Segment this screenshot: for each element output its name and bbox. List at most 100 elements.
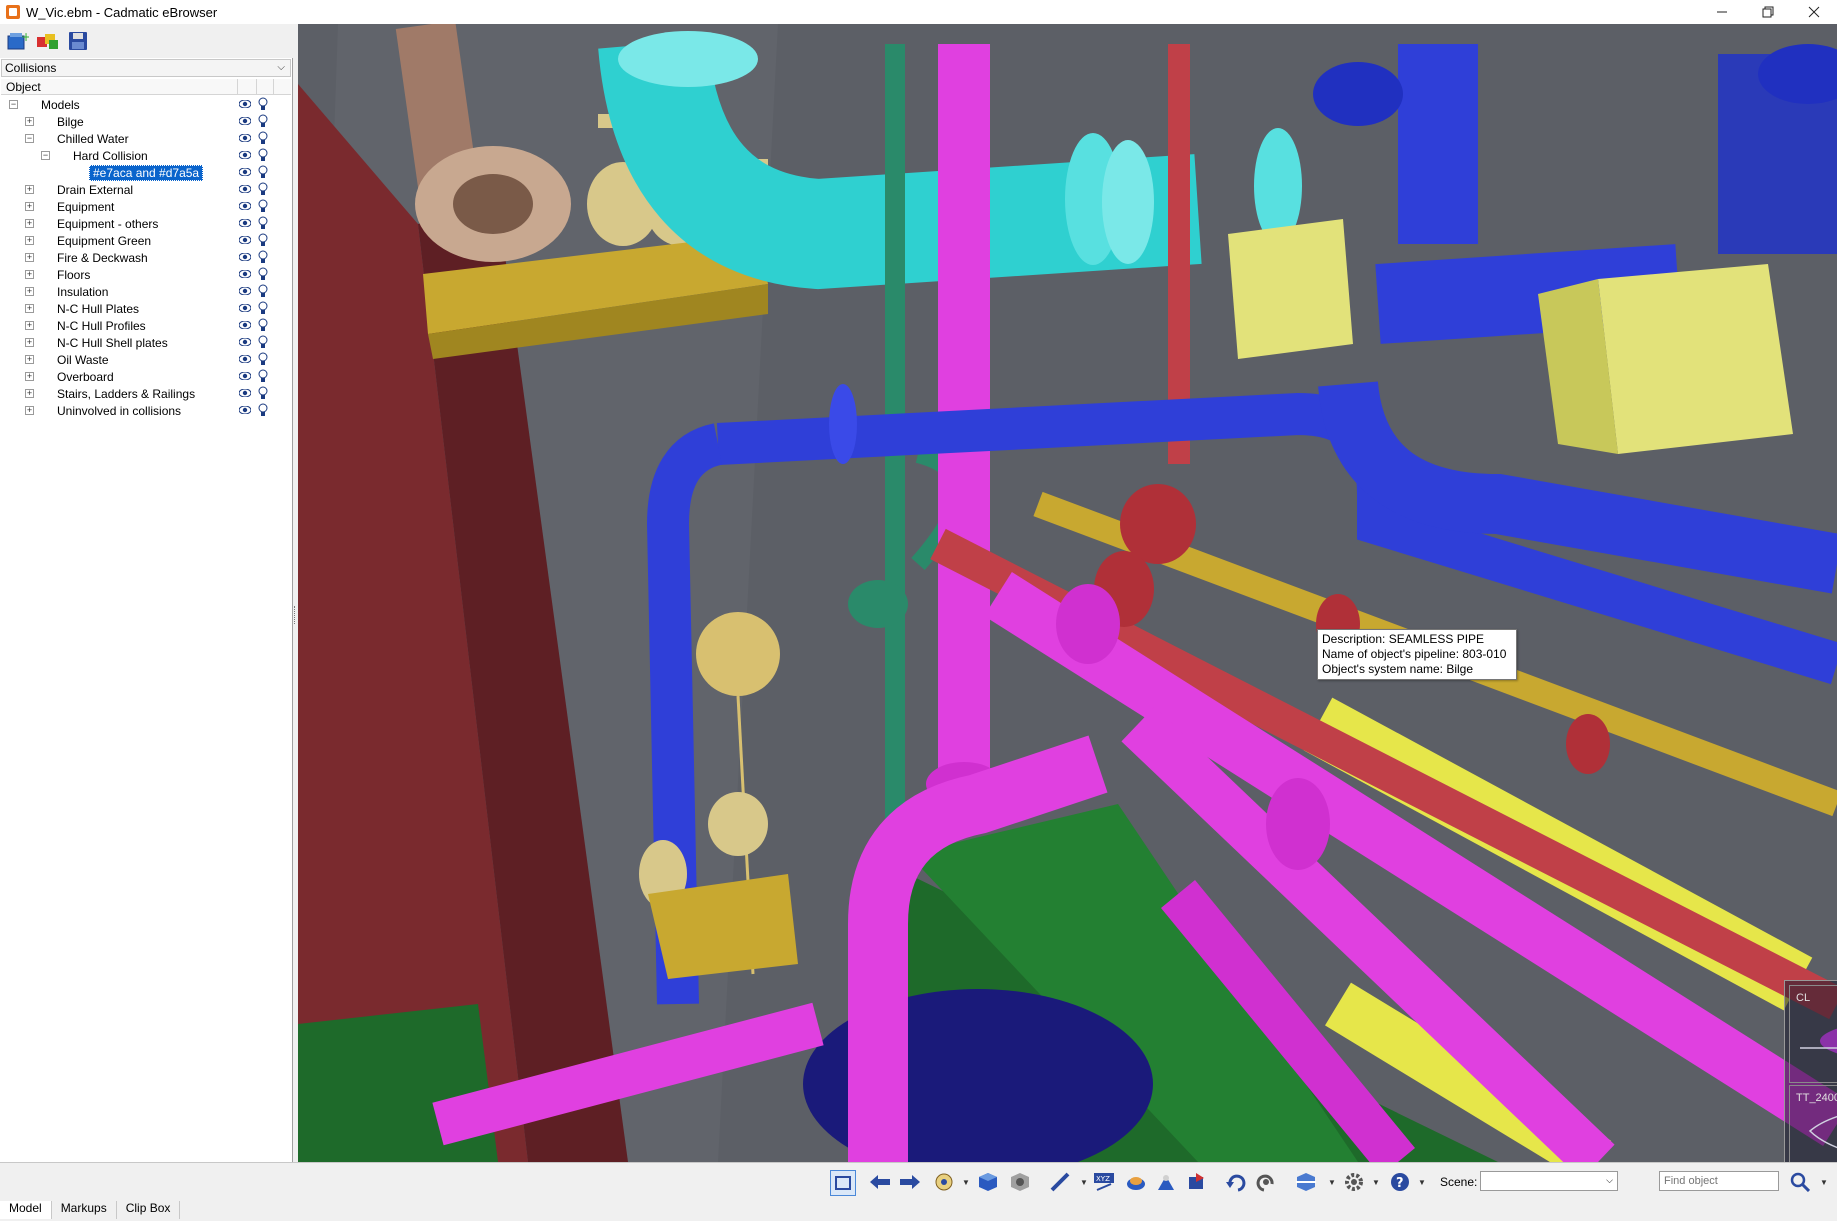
xyz-icon[interactable]: XYZ — [1092, 1170, 1116, 1194]
redo-view-icon[interactable] — [1254, 1170, 1278, 1194]
visibility-eye-icon[interactable] — [239, 100, 251, 108]
collapse-icon[interactable]: − — [25, 134, 34, 143]
ship-minimap[interactable]: CL TT_2400+12 — [1784, 980, 1837, 1162]
save-icon[interactable] — [66, 29, 90, 53]
highlight-bulb-icon[interactable] — [258, 318, 268, 333]
visibility-eye-icon[interactable] — [239, 253, 251, 261]
expand-icon[interactable]: + — [25, 355, 34, 364]
tree-item[interactable]: + N-C Hull Shell plates — [0, 334, 292, 351]
highlight-bulb-icon[interactable] — [258, 250, 268, 265]
cube-view-icon[interactable] — [976, 1170, 1000, 1194]
highlight-bulb-icon[interactable] — [258, 335, 268, 350]
render-mode-icon[interactable] — [1008, 1170, 1032, 1194]
highlight-bulb-icon[interactable] — [258, 199, 268, 214]
minimap-side-view[interactable]: CL — [1789, 985, 1837, 1083]
highlight-bulb-icon[interactable] — [258, 403, 268, 418]
visibility-eye-icon[interactable] — [239, 287, 251, 295]
highlight-bulb-icon[interactable] — [258, 233, 268, 248]
tree-item[interactable]: − Models — [0, 96, 292, 113]
visibility-eye-icon[interactable] — [239, 372, 251, 380]
models-icon[interactable] — [36, 29, 60, 53]
expand-icon[interactable]: + — [25, 406, 34, 415]
visibility-eye-icon[interactable] — [239, 117, 251, 125]
visibility-eye-icon[interactable] — [239, 389, 251, 397]
tree-item[interactable]: + Bilge — [0, 113, 292, 130]
minimap-plan-view[interactable]: TT_2400+12 — [1789, 1085, 1837, 1162]
visibility-eye-icon[interactable] — [239, 304, 251, 312]
tree-item[interactable]: + Drain External — [0, 181, 292, 198]
highlight-bulb-icon[interactable] — [258, 386, 268, 401]
expand-icon[interactable]: + — [25, 372, 34, 381]
tree-item[interactable]: + Uninvolved in collisions — [0, 402, 292, 419]
fly-icon[interactable] — [1154, 1170, 1178, 1194]
expand-icon[interactable]: + — [25, 202, 34, 211]
visibility-eye-icon[interactable] — [239, 151, 251, 159]
highlight-bulb-icon[interactable] — [258, 216, 268, 231]
navigate-icon[interactable] — [932, 1170, 956, 1194]
highlight-bulb-icon[interactable] — [258, 97, 268, 112]
section-icon[interactable] — [1294, 1170, 1318, 1194]
close-button[interactable] — [1791, 0, 1837, 24]
highlight-bulb-icon[interactable] — [258, 284, 268, 299]
collapse-icon[interactable]: − — [9, 100, 18, 109]
visibility-eye-icon[interactable] — [239, 202, 251, 210]
visibility-eye-icon[interactable] — [239, 355, 251, 363]
visibility-eye-icon[interactable] — [239, 236, 251, 244]
find-object-input[interactable] — [1659, 1171, 1779, 1191]
undo-view-icon[interactable] — [1224, 1170, 1248, 1194]
tree-item[interactable]: #e7aca and #d7a5a — [0, 164, 292, 181]
tree-item[interactable]: + N-C Hull Plates — [0, 300, 292, 317]
expand-icon[interactable]: + — [25, 389, 34, 398]
expand-icon[interactable]: + — [25, 185, 34, 194]
collapse-icon[interactable]: − — [41, 151, 50, 160]
expand-icon[interactable]: + — [25, 219, 34, 228]
back-icon[interactable] — [868, 1170, 892, 1194]
visibility-eye-icon[interactable] — [239, 406, 251, 414]
restore-button[interactable] — [1745, 0, 1791, 24]
highlight-bulb-icon[interactable] — [258, 148, 268, 163]
examine-icon[interactable] — [1184, 1170, 1208, 1194]
tree-item[interactable]: − Chilled Water — [0, 130, 292, 147]
tree-item[interactable]: + Equipment — [0, 198, 292, 215]
fullscreen-icon[interactable] — [830, 1170, 856, 1196]
expand-icon[interactable]: + — [25, 253, 34, 262]
visibility-eye-icon[interactable] — [239, 134, 251, 142]
help-icon[interactable]: ? — [1388, 1170, 1412, 1194]
tree-item[interactable]: + N-C Hull Profiles — [0, 317, 292, 334]
tree-item[interactable]: + Overboard — [0, 368, 292, 385]
view-selector-dropdown[interactable]: Collisions ⌵ — [1, 59, 291, 77]
tree-item[interactable]: + Fire & Deckwash — [0, 249, 292, 266]
visibility-eye-icon[interactable] — [239, 338, 251, 346]
3d-viewport[interactable]: Description: SEAMLESS PIPE Name of objec… — [298, 24, 1837, 1162]
tree-item[interactable]: + Equipment - others — [0, 215, 292, 232]
search-dropdown-icon[interactable]: ▼ — [1820, 1178, 1828, 1187]
highlight-bulb-icon[interactable] — [258, 182, 268, 197]
highlight-bulb-icon[interactable] — [258, 131, 268, 146]
forward-icon[interactable] — [898, 1170, 922, 1194]
expand-icon[interactable]: + — [25, 338, 34, 347]
visibility-eye-icon[interactable] — [239, 270, 251, 278]
visibility-eye-icon[interactable] — [239, 168, 251, 176]
measure-icon[interactable] — [1048, 1170, 1072, 1194]
expand-icon[interactable]: + — [25, 270, 34, 279]
minimize-button[interactable] — [1699, 0, 1745, 24]
help-dropdown-icon[interactable]: ▼ — [1418, 1178, 1426, 1187]
expand-icon[interactable]: + — [25, 287, 34, 296]
walk-icon[interactable] — [1124, 1170, 1148, 1194]
settings-dropdown-icon[interactable]: ▼ — [1372, 1178, 1380, 1187]
highlight-bulb-icon[interactable] — [258, 369, 268, 384]
settings-icon[interactable] — [1342, 1170, 1366, 1194]
tree-item[interactable]: + Oil Waste — [0, 351, 292, 368]
highlight-bulb-icon[interactable] — [258, 352, 268, 367]
visibility-eye-icon[interactable] — [239, 185, 251, 193]
3d-scene[interactable] — [298, 24, 1837, 1162]
search-icon[interactable] — [1788, 1170, 1812, 1194]
section-dropdown-icon[interactable]: ▼ — [1328, 1178, 1336, 1187]
tree-item[interactable]: − Hard Collision — [0, 147, 292, 164]
visibility-eye-icon[interactable] — [239, 321, 251, 329]
tree-item[interactable]: + Stairs, Ladders & Railings — [0, 385, 292, 402]
tree-item[interactable]: + Insulation — [0, 283, 292, 300]
highlight-bulb-icon[interactable] — [258, 114, 268, 129]
highlight-bulb-icon[interactable] — [258, 267, 268, 282]
visibility-eye-icon[interactable] — [239, 219, 251, 227]
